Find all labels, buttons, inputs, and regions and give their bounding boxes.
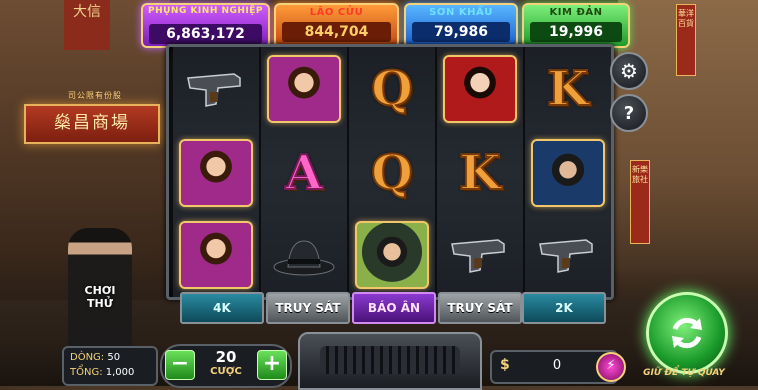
total-value: 1,000: [105, 367, 135, 378]
jackpot-label: PHỤNG KINH NGHIỆP: [147, 6, 264, 16]
portrait-gangster-icon: [528, 135, 608, 211]
lines-label: DÒNG:: [70, 352, 105, 363]
center-control-plate: [298, 332, 482, 390]
spin-button[interactable]: [646, 292, 728, 374]
background-vertical-sign: 新樂旅社: [630, 160, 650, 244]
background-vertical-sign: 華洋百貨: [676, 4, 696, 76]
letter-k-symbol: K: [546, 60, 590, 118]
background-top-sign: 大信: [64, 0, 110, 50]
pistol-icon: [440, 217, 520, 293]
reel-tag: 4K: [180, 292, 264, 324]
bet-increase-button[interactable]: +: [257, 350, 287, 380]
portrait-woman-icon: [176, 135, 256, 211]
jackpot-son-khau: SƠN KHẨU 79,986: [404, 3, 518, 48]
reel-tag: 2K: [522, 292, 606, 324]
jackpot-kim-dan: KIM ĐẢN 19,996: [522, 3, 630, 48]
jackpot-value: 6,863,172: [149, 24, 262, 44]
currency-symbol: $: [500, 357, 510, 373]
background-shop-sign: 燊昌商場: [24, 104, 160, 144]
jackpot-value: 19,996: [530, 22, 622, 42]
reel-column-2: A: [261, 47, 349, 297]
bet-value: 20: [215, 348, 237, 366]
bet-caption: CƯỢC: [210, 366, 242, 377]
reel-tag: BÁO ÂN: [352, 292, 436, 324]
jackpot-label: LÃO CỬU: [309, 7, 364, 18]
settings-button[interactable]: ⚙: [610, 52, 648, 90]
jackpot-lao-cuu: LÃO CỬU 844,704: [274, 3, 399, 48]
pistol-icon: [528, 217, 608, 293]
background-shop-subsign: 司公限有份股: [68, 91, 122, 100]
reel-column-3: Q Q: [349, 47, 437, 297]
reel-column-4: K: [437, 47, 525, 297]
letter-q-symbol: Q: [370, 144, 414, 202]
refresh-icon: [672, 317, 702, 349]
jackpot-value: 844,704: [282, 22, 391, 42]
letter-k-symbol: K: [458, 144, 502, 202]
reel-column-5: K: [525, 47, 611, 297]
portrait-woman-icon: [176, 217, 256, 293]
reel-column-1: [173, 47, 261, 297]
letter-q-symbol: Q: [370, 60, 414, 118]
lines-total-panel: DÒNG: 50 TỔNG: 1,000: [62, 346, 158, 386]
total-label: TỔNG:: [70, 367, 103, 378]
jackpot-phung-kinh-nghiep: PHỤNG KINH NGHIỆP 6,863,172: [141, 3, 270, 48]
top-up-button[interactable]: ⚡: [596, 352, 626, 382]
jackpot-label: SƠN KHẨU: [429, 7, 493, 18]
auto-spin-caption: GIỮ ĐỂ TỰ QUAY: [643, 368, 725, 378]
speaker-grille: [320, 346, 460, 374]
balance-amount: 0: [552, 358, 562, 373]
reel-tag: TRUY SÁT: [438, 292, 522, 324]
help-icon: ?: [623, 102, 635, 124]
portrait-gangster-icon: [352, 217, 432, 293]
pistol-icon: [176, 51, 256, 127]
reel-frame: A Q Q K K: [166, 44, 614, 300]
reel-tag: TRUY SÁT: [266, 292, 350, 324]
portrait-woman-icon: [440, 51, 520, 127]
letter-a-symbol: A: [284, 144, 323, 202]
jackpot-value: 79,986: [412, 22, 510, 42]
lines-value: 50: [107, 352, 121, 363]
bet-decrease-button[interactable]: −: [165, 350, 195, 380]
bet-control: − 20 CƯỢC +: [160, 344, 292, 388]
jackpot-label: KIM ĐẢN: [549, 7, 603, 18]
gear-icon: ⚙: [620, 59, 638, 83]
demo-play-label[interactable]: CHƠI THỬ: [76, 284, 124, 310]
fedora-hat-icon: [264, 217, 344, 293]
portrait-woman-icon: [264, 51, 344, 127]
balance-display: $ 0 ⚡: [490, 350, 626, 384]
help-button[interactable]: ?: [610, 94, 648, 132]
